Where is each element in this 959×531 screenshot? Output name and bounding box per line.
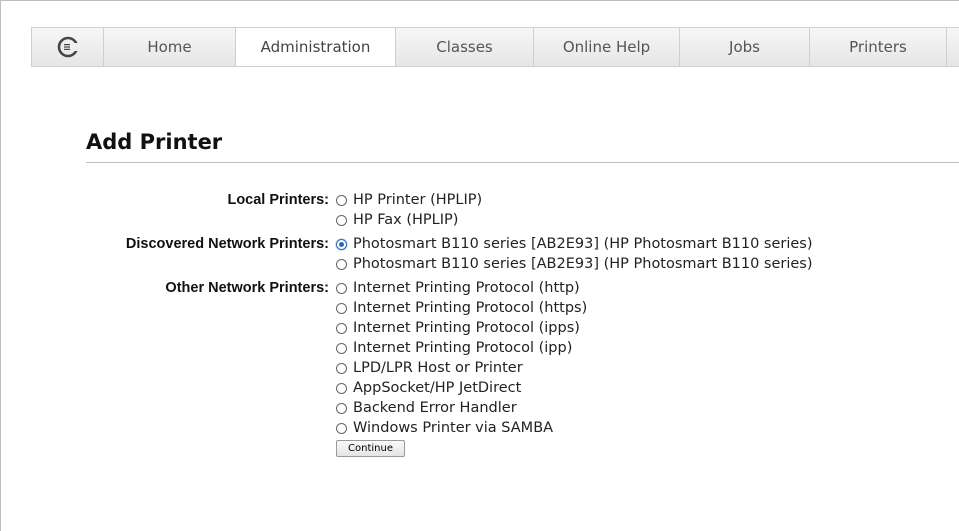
page-title: Add Printer	[86, 130, 223, 154]
option-label: Photosmart B110 series [AB2E93] (HP Phot…	[353, 256, 813, 272]
option-label: Windows Printer via SAMBA	[353, 420, 554, 436]
discovered-network-printers-label: Discovered Network Printers:	[125, 236, 329, 252]
title-divider	[86, 162, 959, 163]
radio-icon[interactable]	[336, 402, 347, 414]
radio-icon[interactable]	[336, 342, 347, 354]
option-label: Internet Printing Protocol (ipps)	[353, 320, 580, 336]
radio-photosmart-b110-2[interactable]: Photosmart B110 series [AB2E93] (HP Phot…	[336, 254, 813, 274]
nav-bar: Home Administration Classes Online Help …	[31, 27, 959, 67]
radio-windows-samba[interactable]: Windows Printer via SAMBA	[336, 418, 587, 438]
option-label: Photosmart B110 series [AB2E93] (HP Phot…	[353, 236, 813, 252]
other-network-printers-label: Other Network Printers:	[165, 280, 329, 296]
option-label: AppSocket/HP JetDirect	[353, 380, 522, 396]
tab-online-help[interactable]: Online Help	[534, 28, 680, 66]
tab-home[interactable]: Home	[104, 28, 236, 66]
add-printer-form: Local Printers: HP Printer (HPLIP) HP Fa…	[0, 190, 959, 461]
radio-ipp-ipp[interactable]: Internet Printing Protocol (ipp)	[336, 338, 587, 358]
radio-backend-error-handler[interactable]: Backend Error Handler	[336, 398, 587, 418]
radio-icon[interactable]	[336, 194, 347, 206]
cups-logo-icon[interactable]	[31, 28, 104, 66]
radio-icon[interactable]	[336, 382, 347, 394]
other-network-printers-group: Other Network Printers: Internet Printin…	[0, 278, 959, 457]
continue-button[interactable]: Continue	[336, 440, 405, 457]
option-label: HP Printer (HPLIP)	[353, 192, 483, 208]
radio-icon[interactable]	[336, 214, 347, 226]
option-label: Internet Printing Protocol (http)	[353, 280, 580, 296]
radio-ipp-https[interactable]: Internet Printing Protocol (https)	[336, 298, 587, 318]
radio-ipp-ipps[interactable]: Internet Printing Protocol (ipps)	[336, 318, 587, 338]
option-label: Backend Error Handler	[353, 400, 517, 416]
radio-icon[interactable]	[336, 362, 347, 374]
tab-classes[interactable]: Classes	[396, 28, 534, 66]
option-label: Internet Printing Protocol (https)	[353, 300, 588, 316]
tab-jobs[interactable]: Jobs	[680, 28, 810, 66]
local-printers-label: Local Printers:	[227, 192, 329, 208]
tab-administration[interactable]: Administration	[236, 28, 396, 66]
tab-overflow	[947, 28, 959, 66]
local-printers-group: Local Printers: HP Printer (HPLIP) HP Fa…	[0, 190, 959, 230]
radio-hp-printer-hplip[interactable]: HP Printer (HPLIP)	[336, 190, 482, 210]
discovered-network-printers-group: Discovered Network Printers: Photosmart …	[0, 234, 959, 274]
option-label: Internet Printing Protocol (ipp)	[353, 340, 573, 356]
option-label: LPD/LPR Host or Printer	[353, 360, 523, 376]
tab-printers[interactable]: Printers	[810, 28, 947, 66]
radio-icon[interactable]	[336, 282, 347, 294]
radio-icon[interactable]	[336, 422, 347, 434]
radio-icon[interactable]	[336, 238, 347, 250]
radio-photosmart-b110-1[interactable]: Photosmart B110 series [AB2E93] (HP Phot…	[336, 234, 813, 254]
option-label: HP Fax (HPLIP)	[353, 212, 459, 228]
radio-ipp-http[interactable]: Internet Printing Protocol (http)	[336, 278, 587, 298]
radio-appsocket-jetdirect[interactable]: AppSocket/HP JetDirect	[336, 378, 587, 398]
radio-hp-fax-hplip[interactable]: HP Fax (HPLIP)	[336, 210, 482, 230]
radio-icon[interactable]	[336, 258, 347, 270]
radio-icon[interactable]	[336, 322, 347, 334]
radio-lpd-lpr[interactable]: LPD/LPR Host or Printer	[336, 358, 587, 378]
radio-icon[interactable]	[336, 302, 347, 314]
